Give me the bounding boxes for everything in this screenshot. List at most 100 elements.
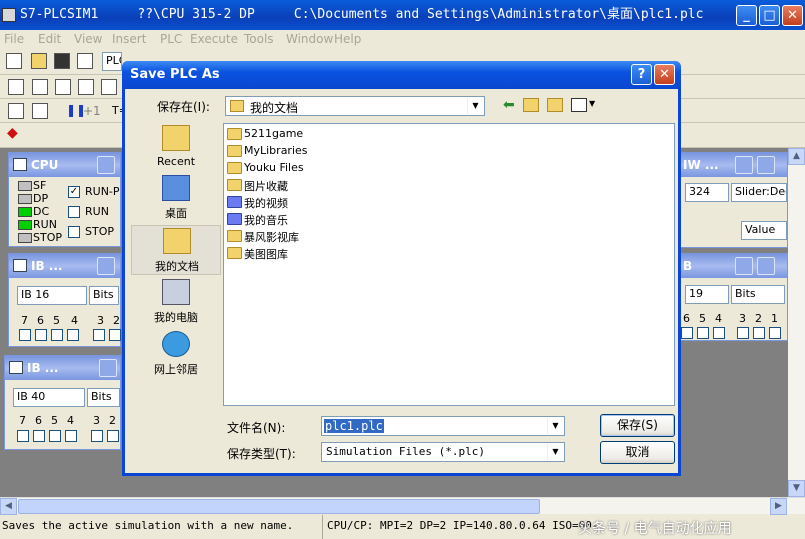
scroll-thumb[interactable] <box>18 499 540 514</box>
bit-checkbox[interactable] <box>93 329 105 341</box>
continue-icon[interactable] <box>32 103 48 119</box>
up-folder-icon[interactable] <box>523 98 539 112</box>
qb-minimize-button[interactable] <box>735 257 753 275</box>
qb-window-title-bar[interactable]: B <box>679 254 787 278</box>
step-icon[interactable] <box>8 103 24 119</box>
menu-insert[interactable]: Insert <box>112 32 146 46</box>
run-p-checkbox[interactable]: ✓ <box>68 186 80 198</box>
ib-window-1[interactable]: IB ... IB 16 Bits 7 6 5 4 3 2 <box>8 253 121 347</box>
save-button[interactable]: 保存(S) <box>600 414 675 437</box>
qb-address-field[interactable]: 19 <box>685 285 729 304</box>
insert-counter-icon[interactable] <box>101 79 117 95</box>
menu-window[interactable]: Window <box>286 32 333 46</box>
view-menu-icon[interactable] <box>571 98 587 112</box>
new-icon[interactable] <box>6 53 22 69</box>
ib-window-1-format[interactable]: Bits <box>89 286 119 305</box>
maximize-button[interactable]: □ <box>759 5 780 26</box>
bit-checkbox[interactable] <box>33 430 45 442</box>
menu-plc[interactable]: PLC <box>160 32 182 46</box>
menu-file[interactable]: File <box>4 32 24 46</box>
insert-output-icon[interactable] <box>32 79 48 95</box>
dialog-close-button[interactable]: ✕ <box>654 64 675 85</box>
close-button[interactable]: ✕ <box>782 5 803 26</box>
stop-checkbox[interactable] <box>68 226 80 238</box>
file-list[interactable]: 5211game MyLibraries Youku Files 图片收藏 我的… <box>223 123 675 406</box>
bit-checkbox[interactable] <box>91 430 103 442</box>
bit-checkbox[interactable] <box>49 430 61 442</box>
main-title-bar[interactable]: S7-PLCSIM1 ??\CPU 315-2 DP C:\Documents … <box>0 0 805 30</box>
ib-window-1-minimize-button[interactable] <box>97 257 115 275</box>
vertical-scrollbar[interactable]: ▲ ▼ <box>788 148 805 497</box>
save-icon[interactable] <box>54 53 70 69</box>
cancel-button[interactable]: 取消 <box>600 441 675 464</box>
run-checkbox[interactable] <box>68 206 80 218</box>
menu-help[interactable]: Help <box>334 32 361 46</box>
bit-checkbox[interactable] <box>65 430 77 442</box>
filename-input[interactable]: plc1.plc ▼ <box>321 416 565 436</box>
menu-execute[interactable]: Execute <box>190 32 238 46</box>
insert-input-icon[interactable] <box>8 79 24 95</box>
place-network[interactable]: 网上邻居 <box>131 329 221 379</box>
place-my-documents[interactable]: 我的文档 <box>131 225 221 275</box>
minimize-button[interactable]: _ <box>736 5 757 26</box>
iw-window-title-bar[interactable]: IW ... <box>679 153 787 177</box>
cpu-minimize-button[interactable] <box>97 156 115 174</box>
insert-timer-icon[interactable] <box>78 79 94 95</box>
scroll-down-icon[interactable]: ▼ <box>788 480 805 497</box>
back-icon[interactable]: ⬅ <box>503 97 515 113</box>
ib-window-1-title-bar[interactable]: IB ... <box>9 254 120 278</box>
insert-marker-icon[interactable] <box>55 79 71 95</box>
cpu-window-title-bar[interactable]: CPU <box>9 153 120 177</box>
menu-tools[interactable]: Tools <box>244 32 274 46</box>
ib-window-2-address[interactable]: IB 40 <box>13 388 85 407</box>
horizontal-scrollbar[interactable]: ◀ ▶ <box>0 497 805 515</box>
view-menu-chevron-icon[interactable]: ▼ <box>589 99 595 108</box>
ib-window-2-minimize-button[interactable] <box>99 359 117 377</box>
bit-checkbox[interactable] <box>769 327 781 339</box>
bit-checkbox[interactable] <box>737 327 749 339</box>
chevron-down-icon[interactable]: ▼ <box>467 98 483 114</box>
bit-checkbox[interactable] <box>697 327 709 339</box>
open-icon[interactable] <box>31 53 47 69</box>
menu-view[interactable]: View <box>74 32 102 46</box>
save-in-combo[interactable]: 我的文档 ▼ <box>225 96 485 116</box>
scroll-left-icon[interactable]: ◀ <box>0 498 17 515</box>
dialog-title-bar[interactable]: Save PLC As ? ✕ <box>122 61 681 89</box>
bit-checkbox[interactable] <box>109 329 121 341</box>
bit-checkbox[interactable] <box>681 327 693 339</box>
place-recent[interactable]: Recent <box>131 123 221 173</box>
bit-checkbox[interactable] <box>35 329 47 341</box>
iw-maximize-button[interactable] <box>757 156 775 174</box>
pin-icon[interactable]: ◆ <box>7 125 18 141</box>
bit-checkbox[interactable] <box>713 327 725 339</box>
iw-format-combo[interactable]: Slider:Dec <box>731 183 787 202</box>
bit-checkbox[interactable] <box>107 430 119 442</box>
iw-slider-window[interactable]: IW ... 324 Slider:Dec Value <box>678 152 788 248</box>
plc-combo[interactable]: PLC <box>102 52 122 71</box>
iw-value-field[interactable]: 324 <box>685 183 729 202</box>
ib-window-2[interactable]: IB ... IB 40 Bits 7 6 5 4 3 2 <box>4 355 121 450</box>
cpu-window[interactable]: CPU SF DP DC RUN STOP ✓ RUN-P RUN STOP <box>8 152 121 247</box>
place-desktop[interactable]: 桌面 <box>131 173 221 223</box>
scroll-right-icon[interactable]: ▶ <box>770 498 787 515</box>
menu-edit[interactable]: Edit <box>38 32 61 46</box>
place-my-computer[interactable]: 我的电脑 <box>131 277 221 327</box>
help-button[interactable]: ? <box>631 64 652 85</box>
chevron-down-icon[interactable]: ▼ <box>547 418 563 434</box>
new-folder-icon[interactable] <box>547 98 563 112</box>
qb-maximize-button[interactable] <box>757 257 775 275</box>
bit-checkbox[interactable] <box>19 329 31 341</box>
print-icon[interactable] <box>77 53 93 69</box>
chevron-down-icon[interactable]: ▼ <box>547 444 563 460</box>
bit-checkbox[interactable] <box>67 329 79 341</box>
bit-checkbox[interactable] <box>17 430 29 442</box>
qb-window[interactable]: B 19 Bits 6 5 4 3 2 1 <box>678 253 788 341</box>
iw-minimize-button[interactable] <box>735 156 753 174</box>
filetype-select[interactable]: Simulation Files (*.plc) ▼ <box>321 442 565 462</box>
bit-checkbox[interactable] <box>753 327 765 339</box>
scroll-up-icon[interactable]: ▲ <box>788 148 805 165</box>
ib-window-1-address[interactable]: IB 16 <box>17 286 87 305</box>
save-plc-as-dialog[interactable]: Save PLC As ? ✕ 保存在(I): 我的文档 ▼ ⬅ ▼ Recen… <box>122 61 681 476</box>
bit-checkbox[interactable] <box>51 329 63 341</box>
ib-window-2-title-bar[interactable]: IB ... <box>5 356 120 380</box>
